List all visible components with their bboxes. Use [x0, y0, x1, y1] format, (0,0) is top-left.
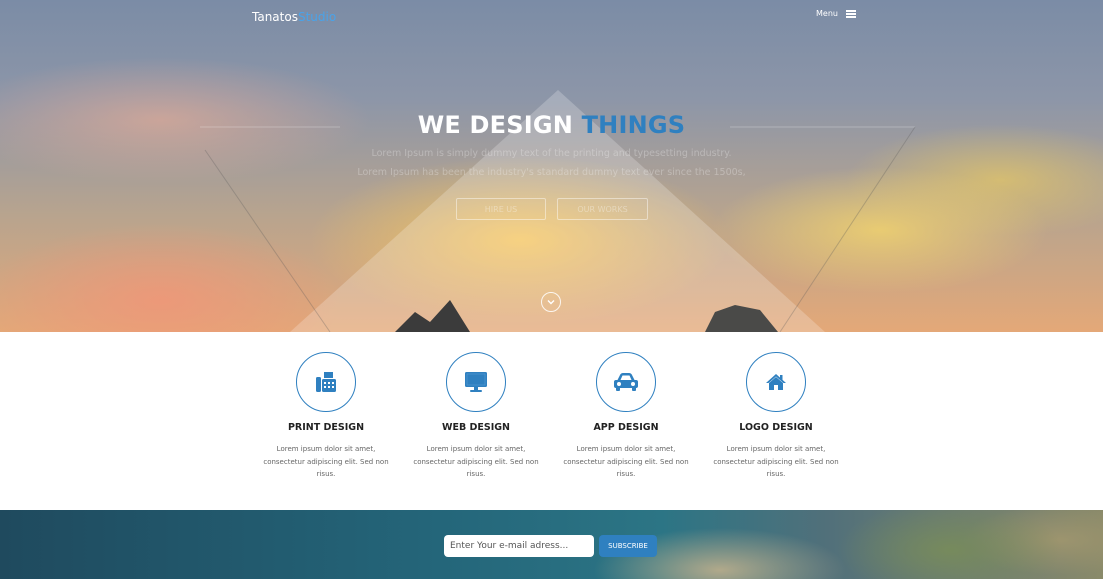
service-print: PRINT DESIGN Lorem ipsum dolor sit amet,… [251, 352, 401, 481]
service-app: APP DESIGN Lorem ipsum dolor sit amet, c… [551, 352, 701, 481]
subscribe-button[interactable]: SUBSCRIBE [599, 535, 657, 557]
service-icon-circle[interactable] [746, 352, 806, 412]
service-web: WEB DESIGN Lorem ipsum dolor sit amet, c… [401, 352, 551, 481]
triangle-graphic [200, 90, 916, 332]
service-icon-circle[interactable] [446, 352, 506, 412]
service-text: Lorem ipsum dolor sit amet, consectetur … [713, 445, 839, 478]
service-title: APP DESIGN [593, 422, 659, 433]
logo-main: Tanatos [252, 10, 298, 24]
home-icon [766, 374, 786, 390]
scroll-down-button[interactable] [541, 292, 561, 312]
car-icon [614, 373, 638, 391]
service-text: Lorem ipsum dolor sit amet, consectetur … [263, 445, 389, 478]
service-icon-circle[interactable] [296, 352, 356, 412]
hamburger-icon [845, 9, 856, 18]
service-title: LOGO DESIGN [739, 422, 813, 433]
service-title: PRINT DESIGN [287, 422, 365, 433]
service-logo: LOGO DESIGN Lorem ipsum dolor sit amet, … [701, 352, 851, 481]
hero-section: TanatosStudio Menu WE DESIGN THINGS Lore… [0, 0, 1103, 332]
service-icon-circle[interactable] [596, 352, 656, 412]
logo-accent: Studio [297, 10, 337, 24]
service-text: Lorem ipsum dolor sit amet, consectetur … [413, 445, 539, 478]
menu-label: Menu [816, 9, 838, 18]
hero-title-main: WE DESIGN [417, 111, 574, 139]
service-text: Lorem ipsum dolor sit amet, consectetur … [563, 445, 689, 478]
hero-subtitle-line1: Lorem Ipsum is simply dummy text of the … [371, 148, 732, 159]
monitor-icon [465, 372, 487, 392]
hero-subtitle-line2: Lorem Ipsum has been the industry's stan… [357, 167, 746, 178]
email-input[interactable] [444, 535, 594, 557]
services-section: PRINT DESIGN Lorem ipsum dolor sit amet,… [0, 332, 1103, 510]
hero-title-accent: THINGS [581, 111, 686, 139]
hero-title: WE DESIGN THINGS [0, 111, 1103, 139]
service-title: WEB DESIGN [441, 422, 511, 433]
fax-icon [316, 372, 336, 392]
subscribe-section: SUBSCRIBE [0, 510, 1103, 579]
hire-us-button[interactable]: HIRE US [456, 198, 546, 220]
our-works-button[interactable]: OUR WORKS [557, 198, 648, 220]
logo[interactable]: TanatosStudio [252, 10, 336, 24]
chevron-down-icon [547, 300, 555, 305]
menu-button[interactable]: Menu [816, 9, 856, 18]
